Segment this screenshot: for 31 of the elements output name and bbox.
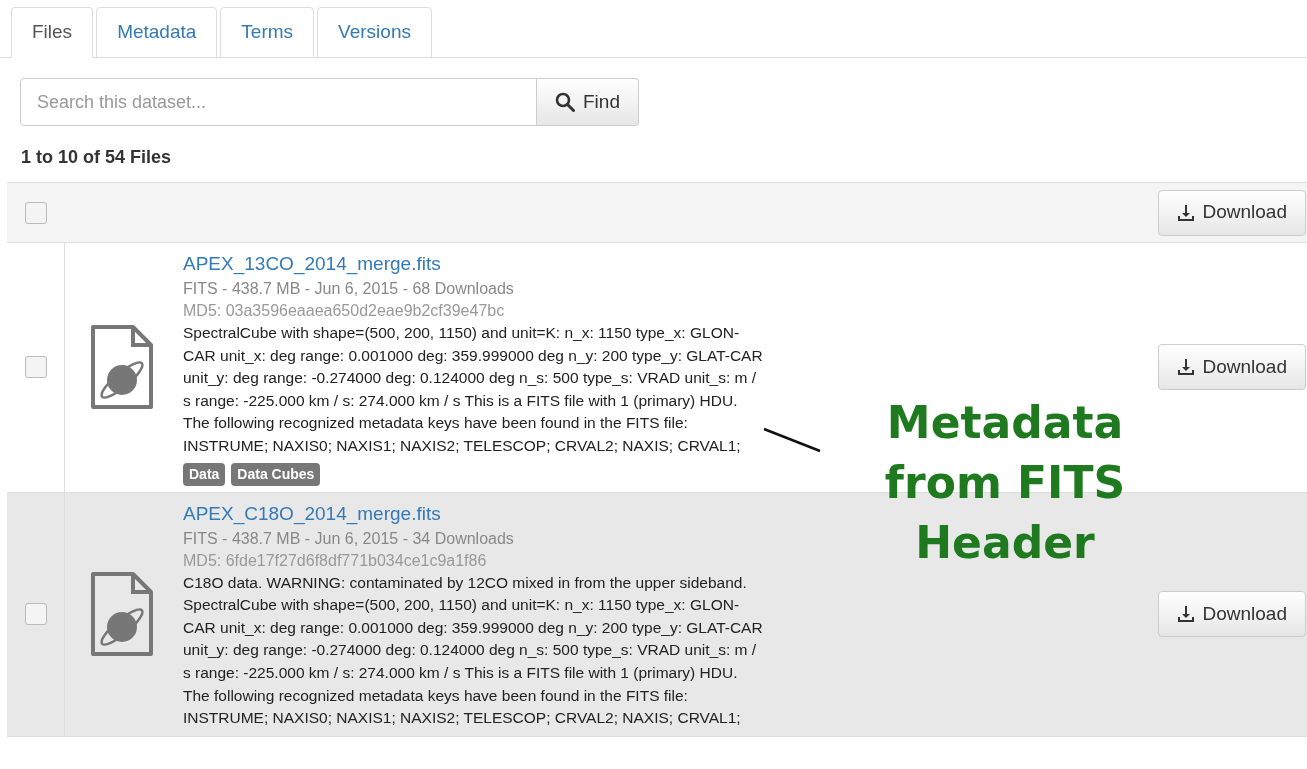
checkbox[interactable]	[25, 603, 47, 626]
tab[interactable]: Metadata	[96, 7, 218, 58]
search-field[interactable]: Search this dataset...	[20, 78, 537, 126]
download-button[interactable]: Download	[1157, 189, 1306, 236]
download-button[interactable]: Download	[1157, 591, 1306, 638]
file-info: FITS - 438.7 MB - Jun 6, 2015 - 68 Downloads	[183, 279, 515, 299]
file-description: SpectralCube with shape=(500, 200, 1150) and unit=K: n_x: 1150 type_x: GLON-CAR unit_x: deg range: 0.001000 deg: 359.999000 deg n_y: 200 type_y: GLAT-CAR unit_y: deg range: -0.274000 deg: 0.124000 deg n_s: 500 type_s: VRAD unit_s: m / s range: -225.000 km / s: 274.000 km / s This is a FITS file with 1 (primary) HDU. The following recognized metadata keys have been found in the FITS file: INSTRUME; NAXIS0; NAXIS1; NAXIS2; TELESCOP; CRVAL2; NAXIS; CRVAL1;	[183, 323, 763, 456]
download-icon	[1176, 203, 1195, 222]
file-info: FITS - 438.7 MB - Jun 6, 2015 - 34 Downloads	[183, 528, 515, 549]
tag: Data	[183, 462, 226, 486]
tab[interactable]: Terms	[220, 7, 315, 58]
leader-line	[763, 427, 821, 453]
md5-checksum: MD5: 03a3596eaaea650d2eae9b2cf39e47bc	[183, 301, 506, 321]
download-button[interactable]: Download	[1157, 344, 1306, 391]
checkbox[interactable]	[25, 201, 47, 224]
file-description: C18O data. WARNING: contaminated by 12CO mixed in from the upper sideband. SpectralCube with shape=(500, 200, 1150) and unit=K: n_x: 1150 type_x: GLON-CAR unit_x: deg range: 0.001000 deg: 359.999000 deg n_y: 200 type_y: GLAT-CAR unit_y: deg range: -0.274000 deg: 0.124000 deg n_s: 500 type_s: VRAD unit_s: m / s range: -225.000 km / s: 274.000 km / s This is a FITS file with 1 (primary) HDU. The following recognized metadata keys have been found in the FITS file: INSTRUME; NAXIS0; NAXIS1; NAXIS2; TELESCOP; CRVAL2; NAXIS; CRVAL1;	[183, 572, 763, 729]
md5-checksum: MD5: 6fde17f27d6f8df771b034ce1c9a1f86	[183, 550, 488, 571]
annotation: Metadata from FITS Header	[883, 396, 1127, 570]
download-icon	[1176, 358, 1195, 377]
search-icon	[555, 92, 575, 112]
tag: Data Cubes	[231, 462, 321, 486]
find-button[interactable]: Find	[537, 78, 639, 126]
file-name-link[interactable]: APEX_C18O_2014_merge.fits	[183, 500, 763, 527]
file-planet-icon	[90, 571, 154, 658]
file-count: 1 to 10 of 54 Files	[20, 146, 173, 169]
tab[interactable]: Versions	[317, 7, 432, 58]
file-name-link[interactable]: APEX_13CO_2014_merge.fits	[183, 251, 763, 277]
download-icon	[1176, 605, 1195, 624]
tab[interactable]: Files	[11, 7, 94, 58]
file-planet-icon	[90, 324, 154, 411]
checkbox[interactable]	[25, 356, 47, 379]
